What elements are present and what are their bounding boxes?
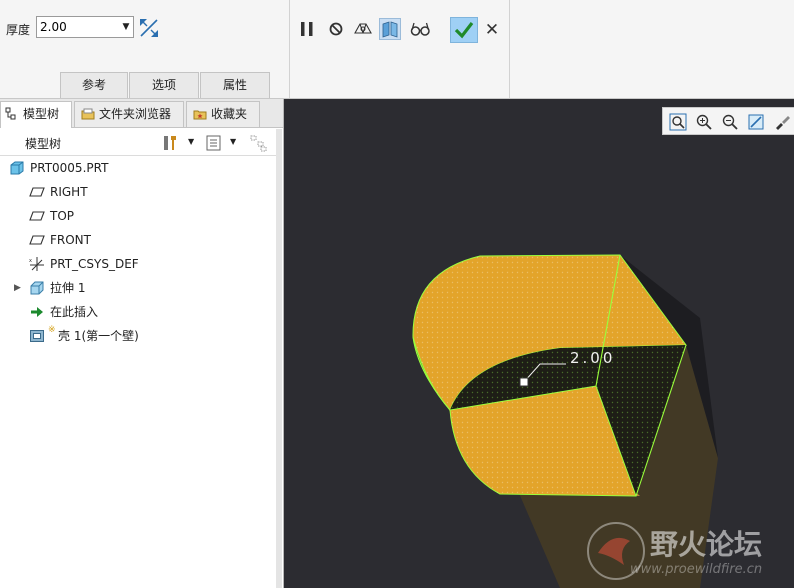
thickness-dropdown-button[interactable]: ▼	[119, 16, 134, 38]
zoom-in-icon[interactable]	[695, 113, 713, 131]
datum-plane-icon	[29, 235, 45, 245]
watermark-title: 野火论坛	[650, 528, 763, 561]
favorites-icon	[193, 110, 207, 120]
verify-mode-button[interactable]	[379, 18, 401, 40]
tab-favorites-label: 收藏夹	[211, 107, 248, 121]
geometry-preview-icon[interactable]	[352, 18, 374, 40]
tree-item-label: 拉伸 1	[50, 281, 86, 295]
tree-item-front[interactable]: FRONT	[0, 229, 270, 251]
navigator-tabs: 模型树 文件夹浏览器 收藏夹	[0, 99, 283, 128]
tools-dropdown-icon[interactable]: ▼	[188, 137, 194, 146]
verify-mode-icon	[382, 21, 398, 38]
pause-icon[interactable]	[296, 18, 318, 40]
model-3d-view	[412, 254, 718, 588]
datum-plane-icon	[29, 187, 45, 197]
thickness-label: 厚度	[6, 23, 31, 37]
tree-scrollbar[interactable]	[276, 129, 282, 588]
new-feature-star-icon: ※	[48, 325, 56, 335]
show-tree-columns-icon[interactable]	[250, 134, 268, 152]
tab-favorites[interactable]: 收藏夹	[186, 101, 260, 127]
tree-item-shell[interactable]: ※ 壳 1(第一个壁)	[0, 325, 270, 347]
tab-options[interactable]: 选项	[129, 72, 199, 98]
no-preview-icon[interactable]	[325, 18, 347, 40]
ok-button[interactable]	[450, 17, 478, 43]
tree-item-label: 壳 1(第一个壁)	[58, 329, 139, 343]
settings-list-icon[interactable]	[205, 134, 223, 152]
tools-icon[interactable]	[161, 134, 179, 152]
tree-item-label: TOP	[50, 209, 75, 223]
tree-item-top[interactable]: TOP	[0, 205, 270, 227]
tree-item-right[interactable]: RIGHT	[0, 181, 270, 203]
tree-item-label: RIGHT	[50, 185, 88, 199]
tree-item-label: FRONT	[50, 233, 91, 247]
insert-here-arrow-icon	[31, 307, 43, 317]
graphics-window[interactable]: 2.00 野火论坛 www.proewildfire.cn	[284, 99, 794, 588]
cancel-button[interactable]: ✕	[483, 20, 501, 40]
datum-plane-icon	[29, 211, 45, 221]
tree-item-part[interactable]: PRT0005.PRT	[0, 157, 270, 179]
tab-folder-browser[interactable]: 文件夹浏览器	[74, 101, 184, 127]
tree-item-label: 在此插入	[50, 305, 99, 319]
csys-icon: x	[29, 257, 44, 271]
repaint-icon[interactable]	[747, 113, 765, 131]
tree-item-label: PRT_CSYS_DEF	[50, 257, 139, 271]
svg-text:x: x	[29, 258, 32, 264]
thickness-input[interactable]	[36, 16, 120, 38]
shell-dashboard: 厚度 ▼ ✕ 参考 选项 属性	[0, 0, 794, 99]
extrude-icon	[30, 281, 44, 295]
tab-references[interactable]: 参考	[60, 72, 128, 98]
tree-item-label: PRT0005.PRT	[30, 161, 109, 175]
watermark-url: www.proewildfire.cn	[630, 562, 763, 577]
settings-dropdown-icon[interactable]: ▼	[230, 137, 236, 146]
checkmark-icon	[454, 22, 474, 39]
tree-item-insert-here[interactable]: 在此插入	[0, 301, 270, 323]
folder-browser-icon	[81, 108, 95, 120]
tree-item-extrude[interactable]: ▶ 拉伸 1	[0, 277, 270, 299]
model-tree-icon	[5, 107, 16, 120]
part-icon	[10, 161, 24, 175]
thickness-dimension-label[interactable]: 2.00	[570, 349, 615, 367]
expand-arrow-icon[interactable]: ▶	[14, 277, 21, 299]
flip-direction-icon[interactable]	[138, 17, 160, 39]
tree-item-csys[interactable]: x PRT_CSYS_DEF	[0, 253, 270, 275]
model-tree-title: 模型树	[25, 137, 62, 151]
glasses-icon[interactable]	[409, 18, 431, 40]
tab-model-tree[interactable]: 模型树	[0, 101, 72, 128]
tab-folder-browser-label: 文件夹浏览器	[99, 107, 172, 121]
thickness-drag-handle	[519, 377, 529, 387]
navigator-panel: 模型树 文件夹浏览器 收藏夹 模型树 ▼ ▼ PRT0005.PRT RIGHT…	[0, 99, 284, 588]
tab-properties[interactable]: 属性	[200, 72, 270, 98]
display-style-icon[interactable]	[773, 113, 791, 131]
refit-icon[interactable]	[669, 113, 687, 131]
zoom-out-icon[interactable]	[721, 113, 739, 131]
tab-model-tree-label: 模型树	[23, 107, 60, 121]
view-toolbar	[662, 107, 794, 135]
model-tree-header: 模型树 ▼ ▼	[0, 129, 276, 156]
shell-icon	[30, 330, 44, 342]
